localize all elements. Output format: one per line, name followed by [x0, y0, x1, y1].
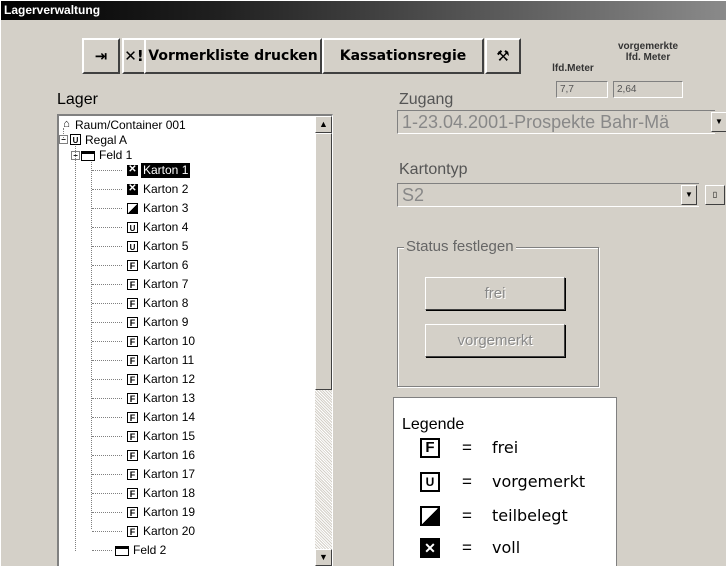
tree-node-karton[interactable]: Karton 1 — [141, 163, 191, 178]
tree-node-karton[interactable]: Karton 13 — [143, 391, 195, 406]
status-frei-button[interactable]: frei — [425, 277, 565, 310]
vorgemerkt-icon — [127, 241, 138, 252]
tree-node-karton[interactable]: Karton 9 — [143, 315, 188, 330]
tree-node-regal[interactable]: Regal A — [85, 133, 127, 148]
shelf-icon — [70, 134, 81, 145]
vorgemerkt-header-2: lfd. Meter — [625, 52, 671, 63]
lager-label: Lager — [57, 91, 98, 108]
tree-node-root[interactable]: Raum/Container 001 — [75, 118, 186, 133]
tree-scrollbar[interactable]: ▲ ▼ — [315, 116, 332, 566]
status-vorgemerkt-button[interactable]: vorgemerkt — [425, 324, 565, 357]
status-group: Status festlegen frei vorgemerkt — [397, 238, 599, 387]
tree-node-karton[interactable]: Karton 20 — [143, 524, 195, 539]
tree-node-feld1[interactable]: Feld 1 — [99, 148, 132, 163]
vorgemerkt-icon — [127, 222, 138, 233]
window-title: Lagerverwaltung — [1, 1, 726, 20]
status-group-title: Status festlegen — [404, 238, 516, 255]
tree-node-karton[interactable]: Karton 10 — [143, 334, 195, 349]
arrow-down-icon: ▼ — [319, 552, 328, 562]
frei-icon — [127, 279, 138, 290]
tree-node-karton[interactable]: Karton 14 — [143, 410, 195, 425]
frei-icon — [127, 431, 138, 442]
tool-button[interactable]: ⚒ — [485, 38, 521, 74]
tree-node-karton[interactable]: Karton 7 — [143, 277, 188, 292]
frei-icon — [127, 260, 138, 271]
tree-node-karton[interactable]: Karton 5 — [143, 239, 188, 254]
lfd-meter-header: lfd.Meter — [552, 63, 594, 74]
frei-icon — [127, 317, 138, 328]
zugang-dropdown-button[interactable]: ▼ — [711, 112, 726, 132]
building-icon: ⌂ — [63, 118, 70, 130]
frei-icon — [127, 298, 138, 309]
collapse-icon[interactable]: − — [71, 151, 80, 160]
tree-node-karton[interactable]: Karton 8 — [143, 296, 188, 311]
tree-node-karton[interactable]: Karton 2 — [143, 182, 188, 197]
voll-icon — [127, 165, 138, 176]
chevron-down-icon: ▼ — [685, 190, 693, 199]
delete-button[interactable]: ✕! — [122, 38, 144, 74]
lager-tree[interactable]: ⌂ Raum/Container 001 − Regal A − Feld 1 … — [57, 114, 333, 566]
vorgemerkt-header-1: vorgemerkte — [617, 41, 679, 52]
tree-node-karton[interactable]: Karton 4 — [143, 220, 188, 235]
tree-node-karton[interactable]: Karton 16 — [143, 448, 195, 463]
collapse-icon[interactable]: − — [59, 135, 68, 144]
scroll-up-button[interactable]: ▲ — [315, 116, 332, 133]
new-document-button[interactable]: ▯ — [705, 185, 725, 205]
tree-node-feld2[interactable]: Feld 2 — [133, 543, 166, 558]
arrow-up-icon: ▲ — [319, 119, 328, 129]
tree-node-karton[interactable]: Karton 18 — [143, 486, 195, 501]
hammer-icon: ⚒ — [496, 47, 510, 65]
voll-icon — [127, 184, 138, 195]
teilbelegt-icon — [127, 203, 138, 214]
kartontyp-dropdown-button[interactable]: ▼ — [681, 185, 697, 205]
tree-node-karton[interactable]: Karton 17 — [143, 467, 195, 482]
frei-icon — [127, 469, 138, 480]
legend-panel: Legende F = frei U = vorgemerkt = teilbe… — [393, 397, 617, 566]
tree-node-karton[interactable]: Karton 19 — [143, 505, 195, 520]
lfd-meter-value: 7,7 — [556, 81, 608, 98]
delete-mark-icon: ✕! — [124, 47, 144, 65]
exit-button[interactable]: ⇥ — [82, 38, 120, 74]
teilbelegt-icon — [420, 506, 440, 526]
print-reservation-list-button[interactable]: Vormerkliste drucken — [144, 38, 322, 74]
vorgemerkt-meter-value: 2,64 — [613, 81, 683, 98]
frei-icon — [127, 412, 138, 423]
tree-node-karton[interactable]: Karton 11 — [143, 353, 194, 368]
tree-node-karton[interactable]: Karton 15 — [143, 429, 195, 444]
scroll-down-button[interactable]: ▼ — [315, 549, 332, 566]
tree-node-karton[interactable]: Karton 12 — [143, 372, 195, 387]
frei-icon — [127, 336, 138, 347]
tree-node-karton[interactable]: Karton 3 — [143, 201, 188, 216]
field-icon — [81, 151, 95, 161]
document-icon: ▯ — [712, 190, 718, 199]
kartontyp-label: Kartontyp — [399, 161, 468, 178]
frei-icon — [127, 488, 138, 499]
main-window: Lagerverwaltung ⇥ ✕! Vormerkliste drucke… — [0, 0, 726, 566]
frei-icon — [127, 526, 138, 537]
field-icon — [115, 546, 129, 556]
frei-icon — [127, 450, 138, 461]
frei-icon: F — [420, 438, 440, 458]
tree-node-karton[interactable]: Karton 6 — [143, 258, 188, 273]
legend-title: Legende — [402, 416, 465, 433]
zugang-label: Zugang — [399, 91, 454, 108]
vorgemerkt-icon: U — [420, 472, 440, 492]
frei-icon — [127, 393, 138, 404]
frei-icon — [127, 355, 138, 366]
scroll-thumb[interactable] — [315, 133, 332, 390]
frei-icon — [127, 374, 138, 385]
zugang-select[interactable]: 1-23.04.2001-Prospekte Bahr-Mä — [397, 110, 715, 134]
voll-icon: ✕ — [420, 538, 440, 558]
frei-icon — [127, 507, 138, 518]
chevron-down-icon: ▼ — [715, 117, 723, 126]
kassation-button[interactable]: Kassationsregie — [322, 38, 484, 74]
kartontyp-select[interactable]: S2 — [397, 183, 699, 207]
exit-door-icon: ⇥ — [94, 47, 108, 65]
